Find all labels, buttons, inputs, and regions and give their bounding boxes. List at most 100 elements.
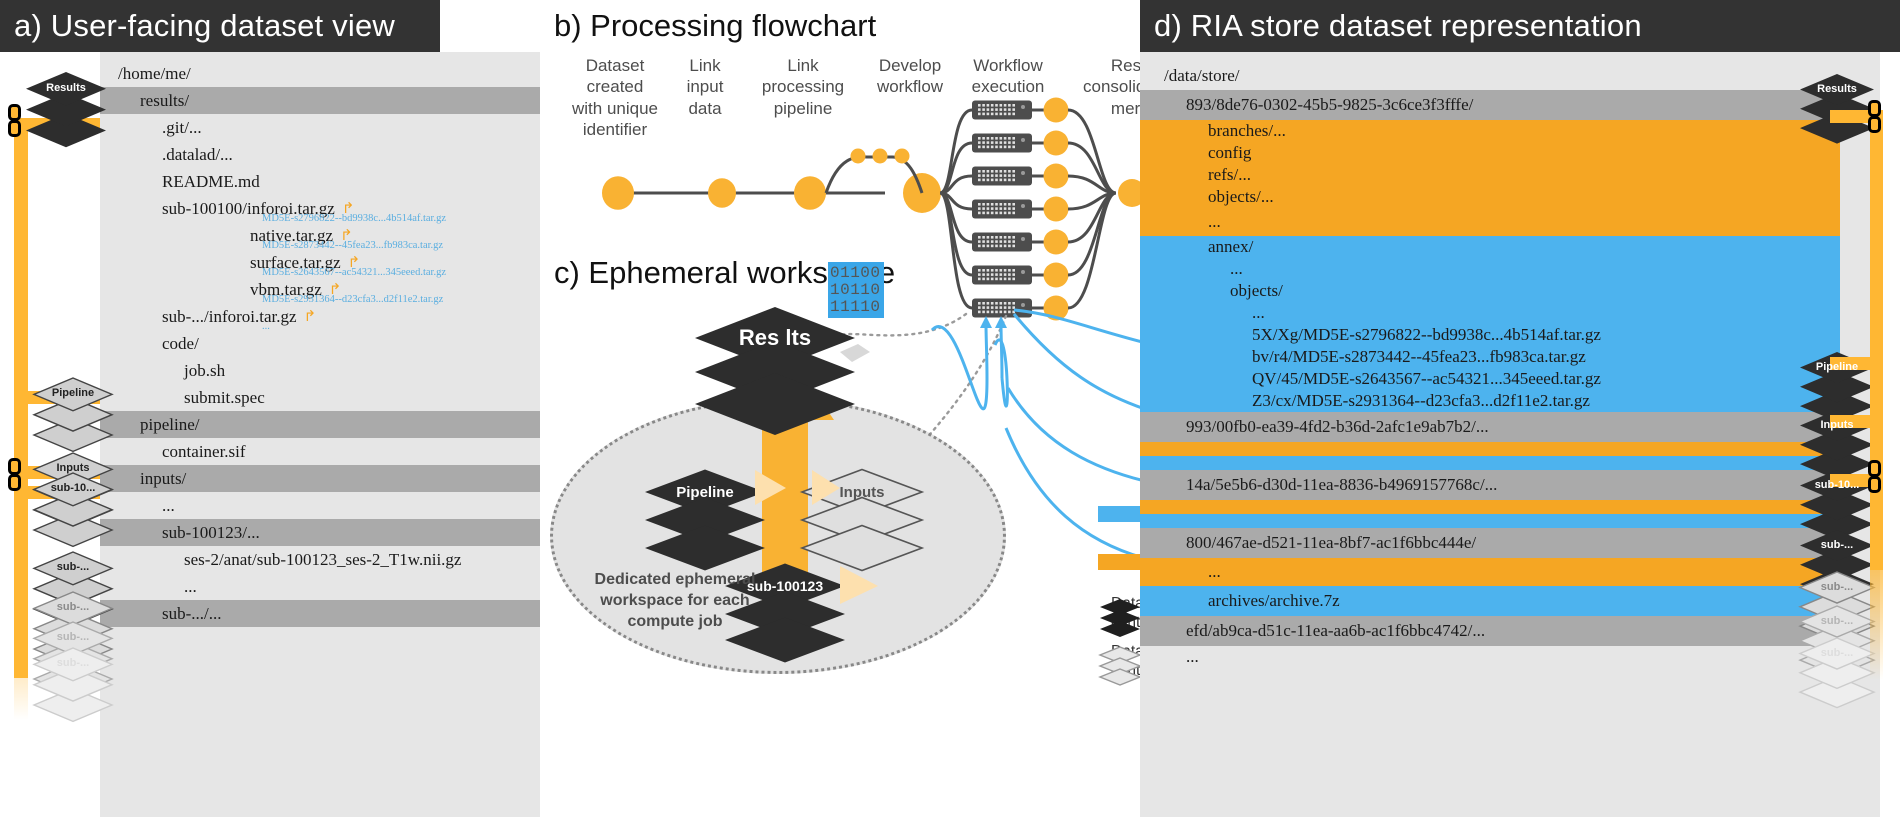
file-tree-row[interactable]: container.sif [100,438,540,465]
ria-row[interactable]: archives/archive.7z [1140,586,1840,616]
ria-row[interactable]: branches/... [1140,120,1840,142]
d-orange-rail-vertical [1870,110,1883,570]
ria-row[interactable]: ... [1140,558,1840,586]
ria-row[interactable]: config [1140,142,1840,164]
ria-row[interactable]: 5X/Xg/MD5E-s2796822--bd9938c...4b514af.t… [1140,324,1840,346]
ria-row[interactable]: objects/ [1140,280,1840,302]
orange-rail-fade-bottom [14,560,28,720]
flow-step-label: Workflow execution [971,56,1045,97]
panel-d-title: d) RIA store dataset representation [1140,0,1900,52]
file-tree-row-label: sub-100123/... [162,522,260,542]
file-tree-row[interactable]: submit.spec [100,384,540,411]
ria-row[interactable]: efd/ab9ca-d51c-11ea-aa6b-ac1f6bbc4742/..… [1140,616,1840,646]
ephemeral-workspace-ellipse [550,398,1006,674]
file-tree-row[interactable]: code/ [100,330,540,357]
ria-row-label: objects/... [1208,187,1274,206]
ria-row-label: efd/ab9ca-d51c-11ea-aa6b-ac1f6bbc4742/..… [1186,621,1486,640]
file-tree-row-label: ... [162,495,175,515]
panel-b-title: b) Processing flowchart [554,8,877,43]
file-tree-row[interactable]: sub-100123/... [100,519,540,546]
annex-key-label: ... [262,321,270,332]
file-tree-row-label: results/ [140,90,190,110]
orange-rail-branch-results [14,118,100,131]
ria-row-label: objects/ [1230,281,1283,300]
file-tree-row-label: pipeline/ [140,414,200,434]
ria-row[interactable]: 800/467ae-d521-11ea-8bf7-ac1f6bbc444e/ [1140,528,1840,558]
ria-row-label: annex/ [1208,237,1254,256]
flow-step-label: Develop workflow [876,56,944,97]
legend-color-swatch [1098,505,1142,522]
chain-link-icon-bottom [6,458,25,498]
file-tree-row-label: code/ [162,333,199,353]
ria-row[interactable]: objects/... [1140,186,1840,208]
ria-row[interactable]: 893/8de76-0302-45b5-9825-3c6ce3f3fffe/ [1140,90,1840,120]
file-tree-row-label: .git/... [162,117,202,137]
ria-row[interactable]: refs/... [1140,164,1840,186]
annex-key-label: MD5E-s2873442--45fea23...fb983ca.tar.gz [262,240,444,251]
panel-ria-store-representation: d) RIA store dataset representation /dat… [1140,0,1900,817]
file-tree-row-label: sub-.../inforoi.tar.gz [162,306,297,326]
ria-row[interactable]: /data/store/ [1140,62,1840,90]
stack-label-pipeline: Pipeline [676,484,734,501]
file-tree-row-label: job.sh [184,360,226,380]
file-tree-row[interactable]: /home/me/ [100,60,540,87]
file-tree-row[interactable]: job.sh [100,357,540,384]
ria-row[interactable] [1140,456,1840,470]
ria-row[interactable] [1140,442,1840,456]
file-tree-row[interactable]: .git/... [100,114,540,141]
ria-row-label: config [1208,143,1252,162]
file-tree-row-label: .datalad/... [162,144,233,164]
symlink-icon: ↱ [303,309,317,325]
ria-row-label: branches/... [1208,121,1286,140]
binary-line: 01100 [830,264,881,282]
ria-row-label: 800/467ae-d521-11ea-8bf7-ac1f6bbc444e/ [1186,533,1477,552]
file-tree-row-label: inputs/ [140,468,187,488]
ria-row-label: 893/8de76-0302-45b5-9825-3c6ce3f3fffe/ [1186,95,1474,114]
file-tree-row[interactable]: results/ [100,87,540,114]
ria-row[interactable]: ... [1140,302,1840,324]
ria-row[interactable]: annex/ [1140,236,1840,258]
file-tree-row[interactable]: ... [100,573,540,600]
ria-row[interactable] [1140,500,1840,514]
file-tree-row-label: /home/me/ [118,63,191,83]
binary-line: 10110 [830,280,881,299]
chain-link-icon-top [6,104,25,144]
file-tree-row[interactable]: inputs/ [100,465,540,492]
file-tree-row[interactable]: ... [100,492,540,519]
flow-step-label: Link input data [686,56,724,118]
ria-row-label: 993/00fb0-ea39-4fd2-b36d-2afc1e9ab7b2/..… [1186,417,1489,436]
ria-row[interactable]: ... [1140,646,1840,668]
ria-row-label: ... [1208,212,1221,231]
ria-row[interactable] [1140,514,1840,528]
file-tree-row[interactable]: pipeline/ [100,411,540,438]
ria-row[interactable]: Z3/cx/MD5E-s2931364--d23cfa3...d2f11e2.t… [1140,390,1840,412]
ria-row[interactable]: bv/r4/MD5E-s2873442--45fea23...fb983ca.t… [1140,346,1840,368]
file-tree-row-label: ... [184,576,197,596]
ria-row-label: ... [1230,259,1243,278]
file-tree-row[interactable]: sub-.../... [100,600,540,627]
file-tree-row[interactable]: ses-2/anat/sub-100123_ses-2_T1w.nii.gz [100,546,540,573]
ria-row-label: /data/store/ [1164,66,1240,85]
ria-row[interactable]: QV/45/MD5E-s2643567--ac54321...345eeed.t… [1140,368,1840,390]
file-tree-row-label: sub-.../... [162,603,222,623]
file-tree-row-label: ses-2/anat/sub-100123_ses-2_T1w.nii.gz [184,549,462,569]
ria-row-label: Z3/cx/MD5E-s2931364--d23cfa3...d2f11e2.t… [1252,391,1590,410]
ria-row[interactable]: 993/00fb0-ea39-4fd2-b36d-2afc1e9ab7b2/..… [1140,412,1840,442]
ria-row-label: QV/45/MD5E-s2643567--ac54321...345eeed.t… [1252,369,1601,388]
file-tree-row[interactable]: sub-.../inforoi.tar.gz ↱ [100,303,540,330]
binary-content-block: 01100 10110 11110 [828,262,884,319]
ria-row-label: bv/r4/MD5E-s2873442--45fea23...fb983ca.t… [1252,347,1586,366]
stack-label-subject: sub-100123 [746,578,824,594]
d-chain-link-icon-top [1866,100,1885,140]
panel-processing-flowchart: b) Processing flowchart Dataset created wi… [540,0,1469,817]
flow-step-label: Link processing pipeline [761,56,845,118]
file-tree-row[interactable]: README.md [100,168,540,195]
ria-row[interactable]: ... [1140,208,1840,236]
annex-key-label: MD5E-s2796822--bd9938c...4b514af.tar.gz [262,213,447,224]
panel-a-title: a) User-facing dataset view [0,0,440,52]
ria-row[interactable]: 14a/5e5b6-d30d-11ea-8836-b4969157768c/..… [1140,470,1840,500]
ria-row[interactable]: ... [1140,258,1840,280]
ria-row-label: 14a/5e5b6-d30d-11ea-8836-b4969157768c/..… [1186,475,1498,494]
file-tree-row[interactable]: .datalad/... [100,141,540,168]
stack-label-results: Res lts [738,325,812,350]
